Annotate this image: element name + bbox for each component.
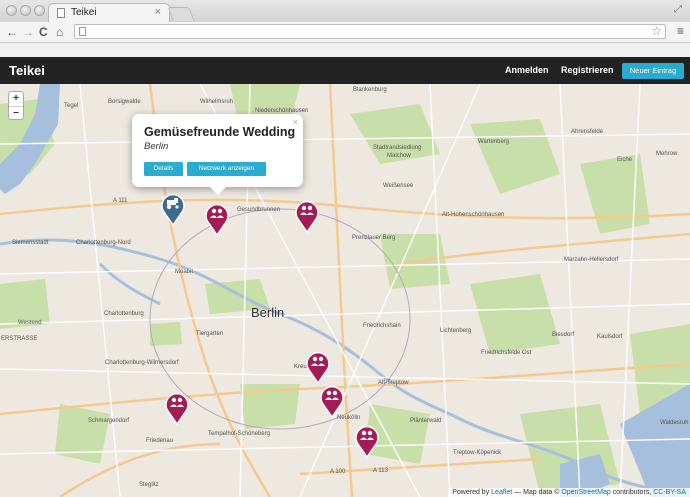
maximize-window-icon[interactable] (34, 5, 45, 16)
place-label: Charlottenburg-Wilmersdorf (105, 360, 179, 366)
place-label: Borsigwalde (108, 99, 141, 105)
depot-marker[interactable] (294, 197, 320, 233)
leaflet-link[interactable]: Leaflet (491, 489, 512, 496)
place-label: Blankenburg (353, 87, 387, 93)
browser-viewport-top (0, 43, 690, 57)
browser-titlebar: Teikei × ⤢ (0, 0, 690, 22)
place-label: Weißensee (383, 183, 414, 189)
depot-marker[interactable] (164, 389, 190, 425)
details-button[interactable]: Details (144, 162, 183, 176)
place-label: Biesdorf (552, 332, 575, 338)
place-label: Marzahn-Hellersdorf (564, 257, 619, 263)
new-entry-button[interactable]: Neuer Eintrag (622, 63, 684, 79)
license-link[interactable]: CC-BY-SA (653, 489, 686, 496)
depot-marker[interactable] (305, 348, 331, 384)
place-label: Siemensstadt (12, 240, 49, 246)
road-label: A 113 (373, 468, 388, 474)
minimize-window-icon[interactable] (20, 5, 31, 16)
depot-marker[interactable] (204, 200, 230, 236)
place-label: Alt-Treptow (378, 380, 409, 386)
map-view[interactable]: Berlin Blankenburg Tegel Borsigwalde Wil… (0, 84, 690, 497)
map-attribution: Powered by Leaflet — Map data © OpenStre… (448, 488, 690, 497)
home-icon[interactable]: ⌂ (56, 24, 63, 40)
road-label: A 100 (330, 469, 346, 475)
zoom-out-button[interactable]: − (9, 107, 23, 121)
app-navbar: Teikei Anmelden Registrieren (0, 57, 690, 84)
place-label: Schmargendorf (88, 418, 130, 424)
popup-subtitle: Berlin (144, 141, 169, 152)
brand-logo[interactable]: Teikei (9, 63, 45, 78)
place-label: Friedrichsfelde Ost (481, 350, 532, 356)
place-label: Prenzlauer Berg (352, 235, 396, 241)
browser-tab[interactable]: Teikei × (48, 3, 170, 22)
place-label: Malchow (387, 153, 411, 159)
road-label: ERSTRASSE (1, 336, 38, 342)
tab-close-icon[interactable]: × (155, 6, 161, 18)
place-label: Moabit (175, 269, 194, 275)
browser-menu-icon[interactable]: ≡ (677, 24, 684, 38)
popup-title: Gemüsefreunde Wedding (144, 125, 296, 139)
place-label: Tempelhof-Schöneberg (208, 431, 271, 437)
reload-icon[interactable]: C (39, 24, 48, 40)
place-label: Mehrow (656, 151, 678, 157)
attribution-text: contributors, (612, 489, 652, 496)
place-label: Plänterwald (410, 418, 442, 424)
place-label: Ahrensfelde (571, 129, 604, 135)
show-network-button[interactable]: Netzwerk anzeigen (187, 162, 266, 176)
register-link[interactable]: Registrieren (561, 65, 614, 75)
road-label: A 111 (113, 198, 128, 204)
place-label: Charlottenburg-Nord (76, 240, 131, 246)
place-label: Waldesruh (660, 420, 689, 426)
place-label: Charlottenburg (104, 311, 144, 317)
place-label: Tiergarten (196, 331, 224, 337)
map-tiles (0, 84, 690, 497)
page-icon (57, 8, 65, 18)
place-label: Eiche (617, 157, 633, 163)
place-label-berlin: Berlin (251, 305, 285, 320)
place-label: Stadtrandsiedlung (373, 145, 422, 151)
depot-marker[interactable] (354, 422, 380, 458)
forward-icon[interactable]: → (22, 24, 34, 40)
place-label: Kaulsdorf (597, 334, 623, 340)
osm-link[interactable]: OpenStreetMap (561, 489, 610, 496)
bookmark-star-icon[interactable]: ☆ (651, 24, 662, 38)
place-label: Westend (18, 320, 42, 326)
browser-toolbar: ← → C ⌂ ☆ ≡ (0, 22, 690, 43)
marker-popup: × Gemüsefreunde Wedding Berlin Details N… (132, 114, 303, 195)
place-label: Friedenau (146, 438, 174, 444)
zoom-in-button[interactable]: + (9, 92, 23, 107)
attribution-text: — Map data © (514, 489, 560, 496)
place-label: Alt-Hohenschönhausen (442, 212, 505, 218)
place-label: Treptow-Köpenick (453, 450, 502, 456)
place-label: Lichtenberg (440, 328, 472, 334)
place-label: Gesundbrunnen (237, 207, 281, 213)
back-icon[interactable]: ← (6, 24, 18, 40)
close-window-icon[interactable] (6, 5, 17, 16)
tab-title: Teikei (71, 7, 97, 18)
attribution-text: Powered by (452, 489, 490, 496)
page-icon (79, 27, 86, 36)
place-label: Friedrichshain (363, 323, 401, 329)
new-tab-button[interactable] (167, 7, 195, 21)
zoom-control: + − (8, 91, 24, 120)
address-bar[interactable]: ☆ (74, 24, 666, 39)
place-label: Wartenberg (478, 139, 510, 145)
fullscreen-icon[interactable]: ⤢ (674, 4, 682, 15)
depot-marker[interactable] (319, 382, 345, 418)
place-label: Wilhelmsruh (200, 99, 234, 105)
farm-marker[interactable] (160, 190, 186, 226)
place-label: Tegel (64, 103, 79, 109)
login-link[interactable]: Anmelden (505, 65, 549, 75)
place-label: Steglitz (139, 482, 159, 488)
